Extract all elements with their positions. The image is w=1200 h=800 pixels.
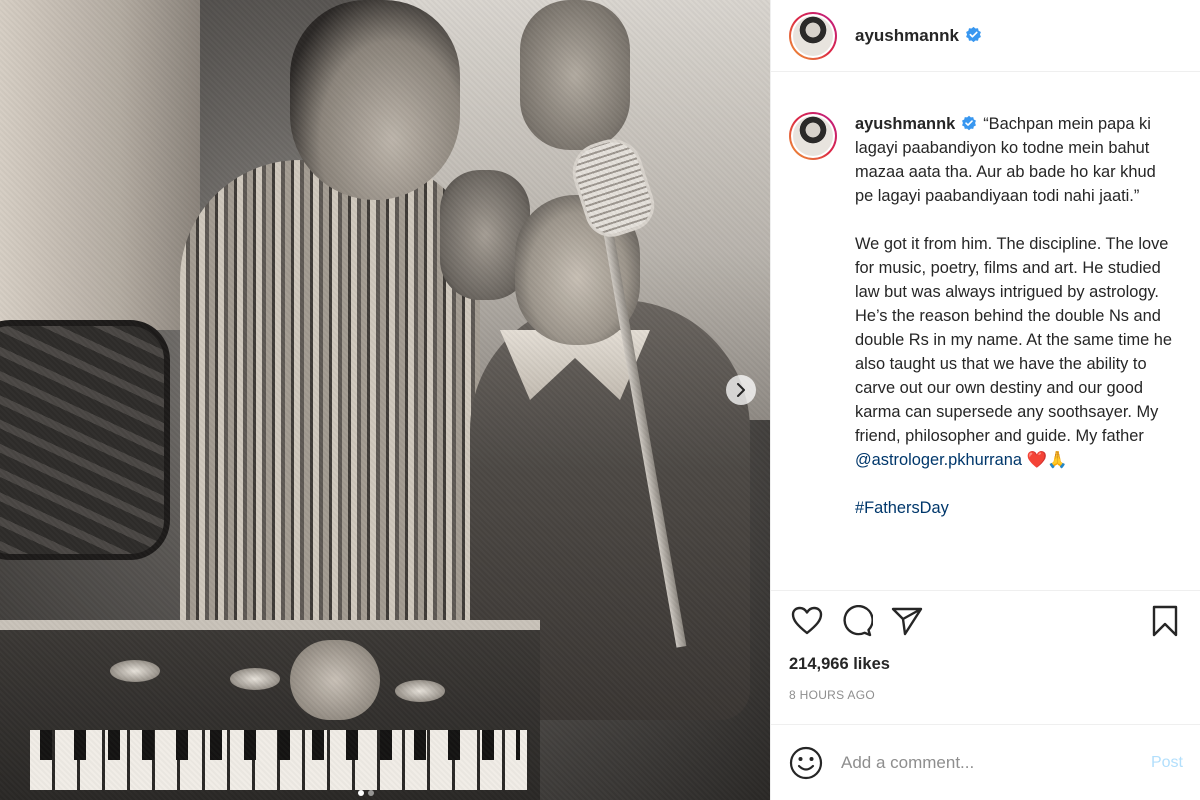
post-timestamp[interactable]: 8 HOURS AGO [789,688,1183,702]
caption-username[interactable]: ayushmannk [855,115,955,133]
post-comment-button[interactable]: Post [1151,754,1183,772]
heart-icon [791,606,823,635]
photo-grain [0,0,770,800]
post-actions: 214,966 likes 8 HOURS AGO [771,590,1200,702]
avatar-image [793,15,833,56]
carousel-dot [358,790,364,796]
verified-badge-icon [966,26,981,42]
hashtag-link[interactable]: #FathersDay [855,499,949,517]
comment-box: Post [771,724,1200,800]
comment-button[interactable] [839,603,875,639]
verified-badge-icon [962,115,977,131]
save-button[interactable] [1147,603,1183,639]
mention-link[interactable]: @astrologer.pkhurrana [855,451,1022,469]
header-username[interactable]: ayushmannk [855,26,982,46]
comment-icon [843,605,873,637]
carousel-dot [368,790,374,796]
caption-row: ayushmannk “Bachpan mein papa ki lagayi p… [789,112,1183,520]
post-side-panel: ayushmannk ayushmannk “Bachpan mein papa … [770,0,1200,800]
action-icons [789,591,1183,651]
post-photo[interactable] [0,0,770,800]
caption-area: ayushmannk “Bachpan mein papa ki lagayi p… [771,72,1200,586]
avatar[interactable] [789,11,837,60]
username-text[interactable]: ayushmannk [855,26,959,45]
chevron-right-icon [737,383,745,397]
caption-paragraph: We got it from him. The discipline. The … [855,232,1175,472]
avatar-image [793,116,833,156]
share-icon [891,607,923,636]
caption-hashtags: #FathersDay [855,496,1175,520]
comment-input[interactable] [841,752,1151,773]
avatar[interactable] [789,112,837,160]
instagram-post: ayushmannk ayushmannk “Bachpan mein papa … [0,0,1200,800]
post-header: ayushmannk [771,0,1200,72]
caption-body: We got it from him. The discipline. The … [855,235,1173,445]
like-button[interactable] [789,603,825,639]
carousel-dots [358,790,374,796]
share-button[interactable] [889,603,925,639]
bookmark-icon [1152,605,1178,637]
emoji-icon[interactable] [789,746,823,780]
caption-emojis: ❤️🙏 [1026,451,1068,469]
caption-text: ayushmannk “Bachpan mein papa ki lagayi p… [855,112,1175,520]
carousel-next-button[interactable] [726,375,756,405]
likes-count[interactable]: 214,966 likes [789,655,1183,674]
